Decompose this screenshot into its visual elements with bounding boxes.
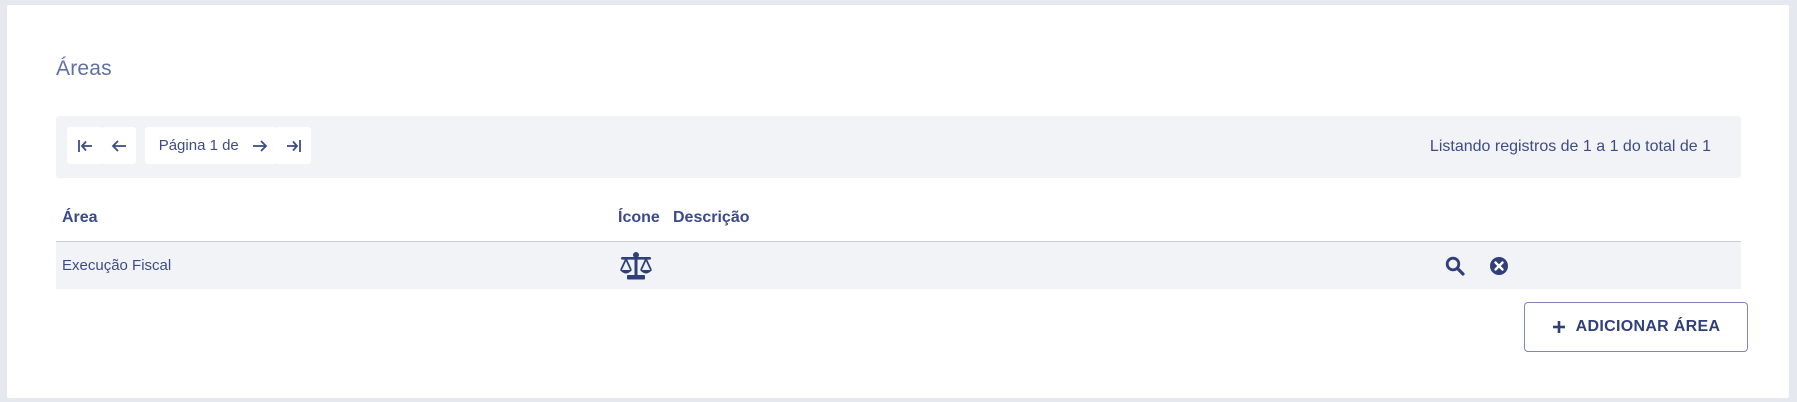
cell-icone: [618, 242, 654, 289]
column-header-area[interactable]: Área: [62, 209, 98, 227]
last-page-icon: [286, 139, 301, 152]
cell-area: Execução Fiscal: [62, 257, 172, 274]
last-page-button[interactable]: [276, 127, 311, 164]
areas-card: Áreas Página 1 de 1 Listando registros d…: [7, 5, 1789, 398]
add-area-button-label: ADICIONAR ÁREA: [1575, 318, 1721, 335]
view-row-button[interactable]: [1443, 254, 1467, 278]
table-header: Área Ícone Descrição: [56, 199, 1741, 242]
remove-circle-icon: [1490, 257, 1508, 275]
areas-table: Área Ícone Descrição Execução Fiscal: [56, 199, 1741, 289]
remove-row-button[interactable]: [1487, 254, 1511, 278]
add-area-button[interactable]: ADICIONAR ÁREA: [1524, 302, 1748, 352]
records-summary: Listando registros de 1 a 1 do total de …: [1429, 138, 1711, 155]
table-row[interactable]: Execução Fiscal: [56, 242, 1741, 289]
page-title: Áreas: [56, 57, 112, 80]
arrow-left-icon: [111, 139, 126, 152]
column-header-descricao[interactable]: Descrição: [673, 209, 750, 227]
first-page-button[interactable]: [67, 127, 102, 164]
search-icon: [1445, 256, 1465, 276]
arrow-right-icon: [252, 139, 267, 152]
column-header-icone[interactable]: Ícone: [618, 209, 660, 227]
balance-scale-icon: [620, 251, 652, 279]
first-page-icon: [77, 139, 92, 152]
previous-page-button[interactable]: [101, 127, 136, 164]
pagination-bar: Página 1 de 1 Listando registros de 1 a …: [56, 116, 1741, 178]
plus-icon: [1552, 321, 1565, 333]
next-page-button[interactable]: [242, 127, 277, 164]
